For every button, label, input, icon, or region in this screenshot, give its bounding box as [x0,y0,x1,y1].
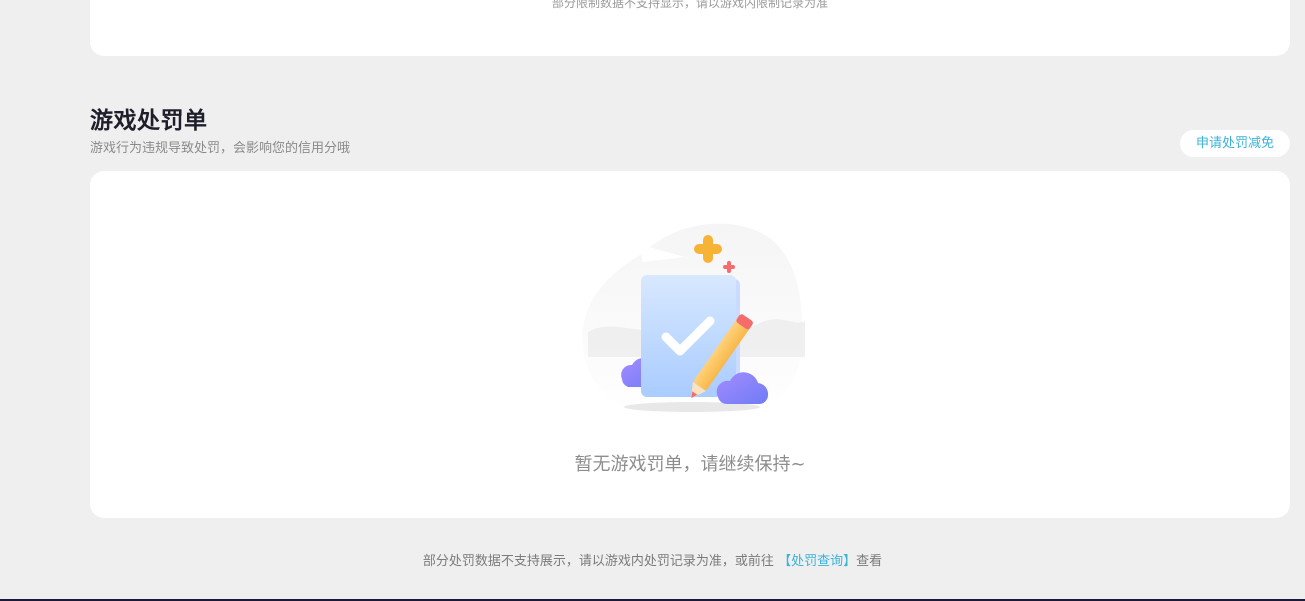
restriction-card: 部分限制数据不支持显示，请以游戏内限制记录为准 [90,0,1290,56]
section-title: 游戏处罚单 [90,108,208,134]
section-subtitle: 游戏行为违规导致处罚，会影响您的信用分哦 [90,141,351,156]
penalty-list-card: 暂无游戏罚单，请继续保持~ [90,171,1290,518]
penalty-footer-note: 部分处罚数据不支持展示，请以游戏内处罚记录为准，或前往 【处罚查询】查看 [0,550,1305,569]
empty-state-text: 暂无游戏罚单，请继续保持~ [574,454,806,475]
footer-note-prefix: 部分处罚数据不支持展示，请以游戏内处罚记录为准，或前往 [422,554,774,569]
penalty-query-link[interactable]: 【处罚查询】 [778,554,856,569]
empty-document-check-icon [582,223,805,422]
apply-penalty-reduction-button[interactable]: 申请处罚减免 [1180,130,1290,157]
page: 部分限制数据不支持显示，请以游戏内限制记录为准 游戏处罚单 游戏行为违规导致处罚… [0,0,1305,601]
footer-note-suffix: 查看 [856,554,883,569]
restriction-note: 部分限制数据不支持显示，请以游戏内限制记录为准 [551,0,828,10]
